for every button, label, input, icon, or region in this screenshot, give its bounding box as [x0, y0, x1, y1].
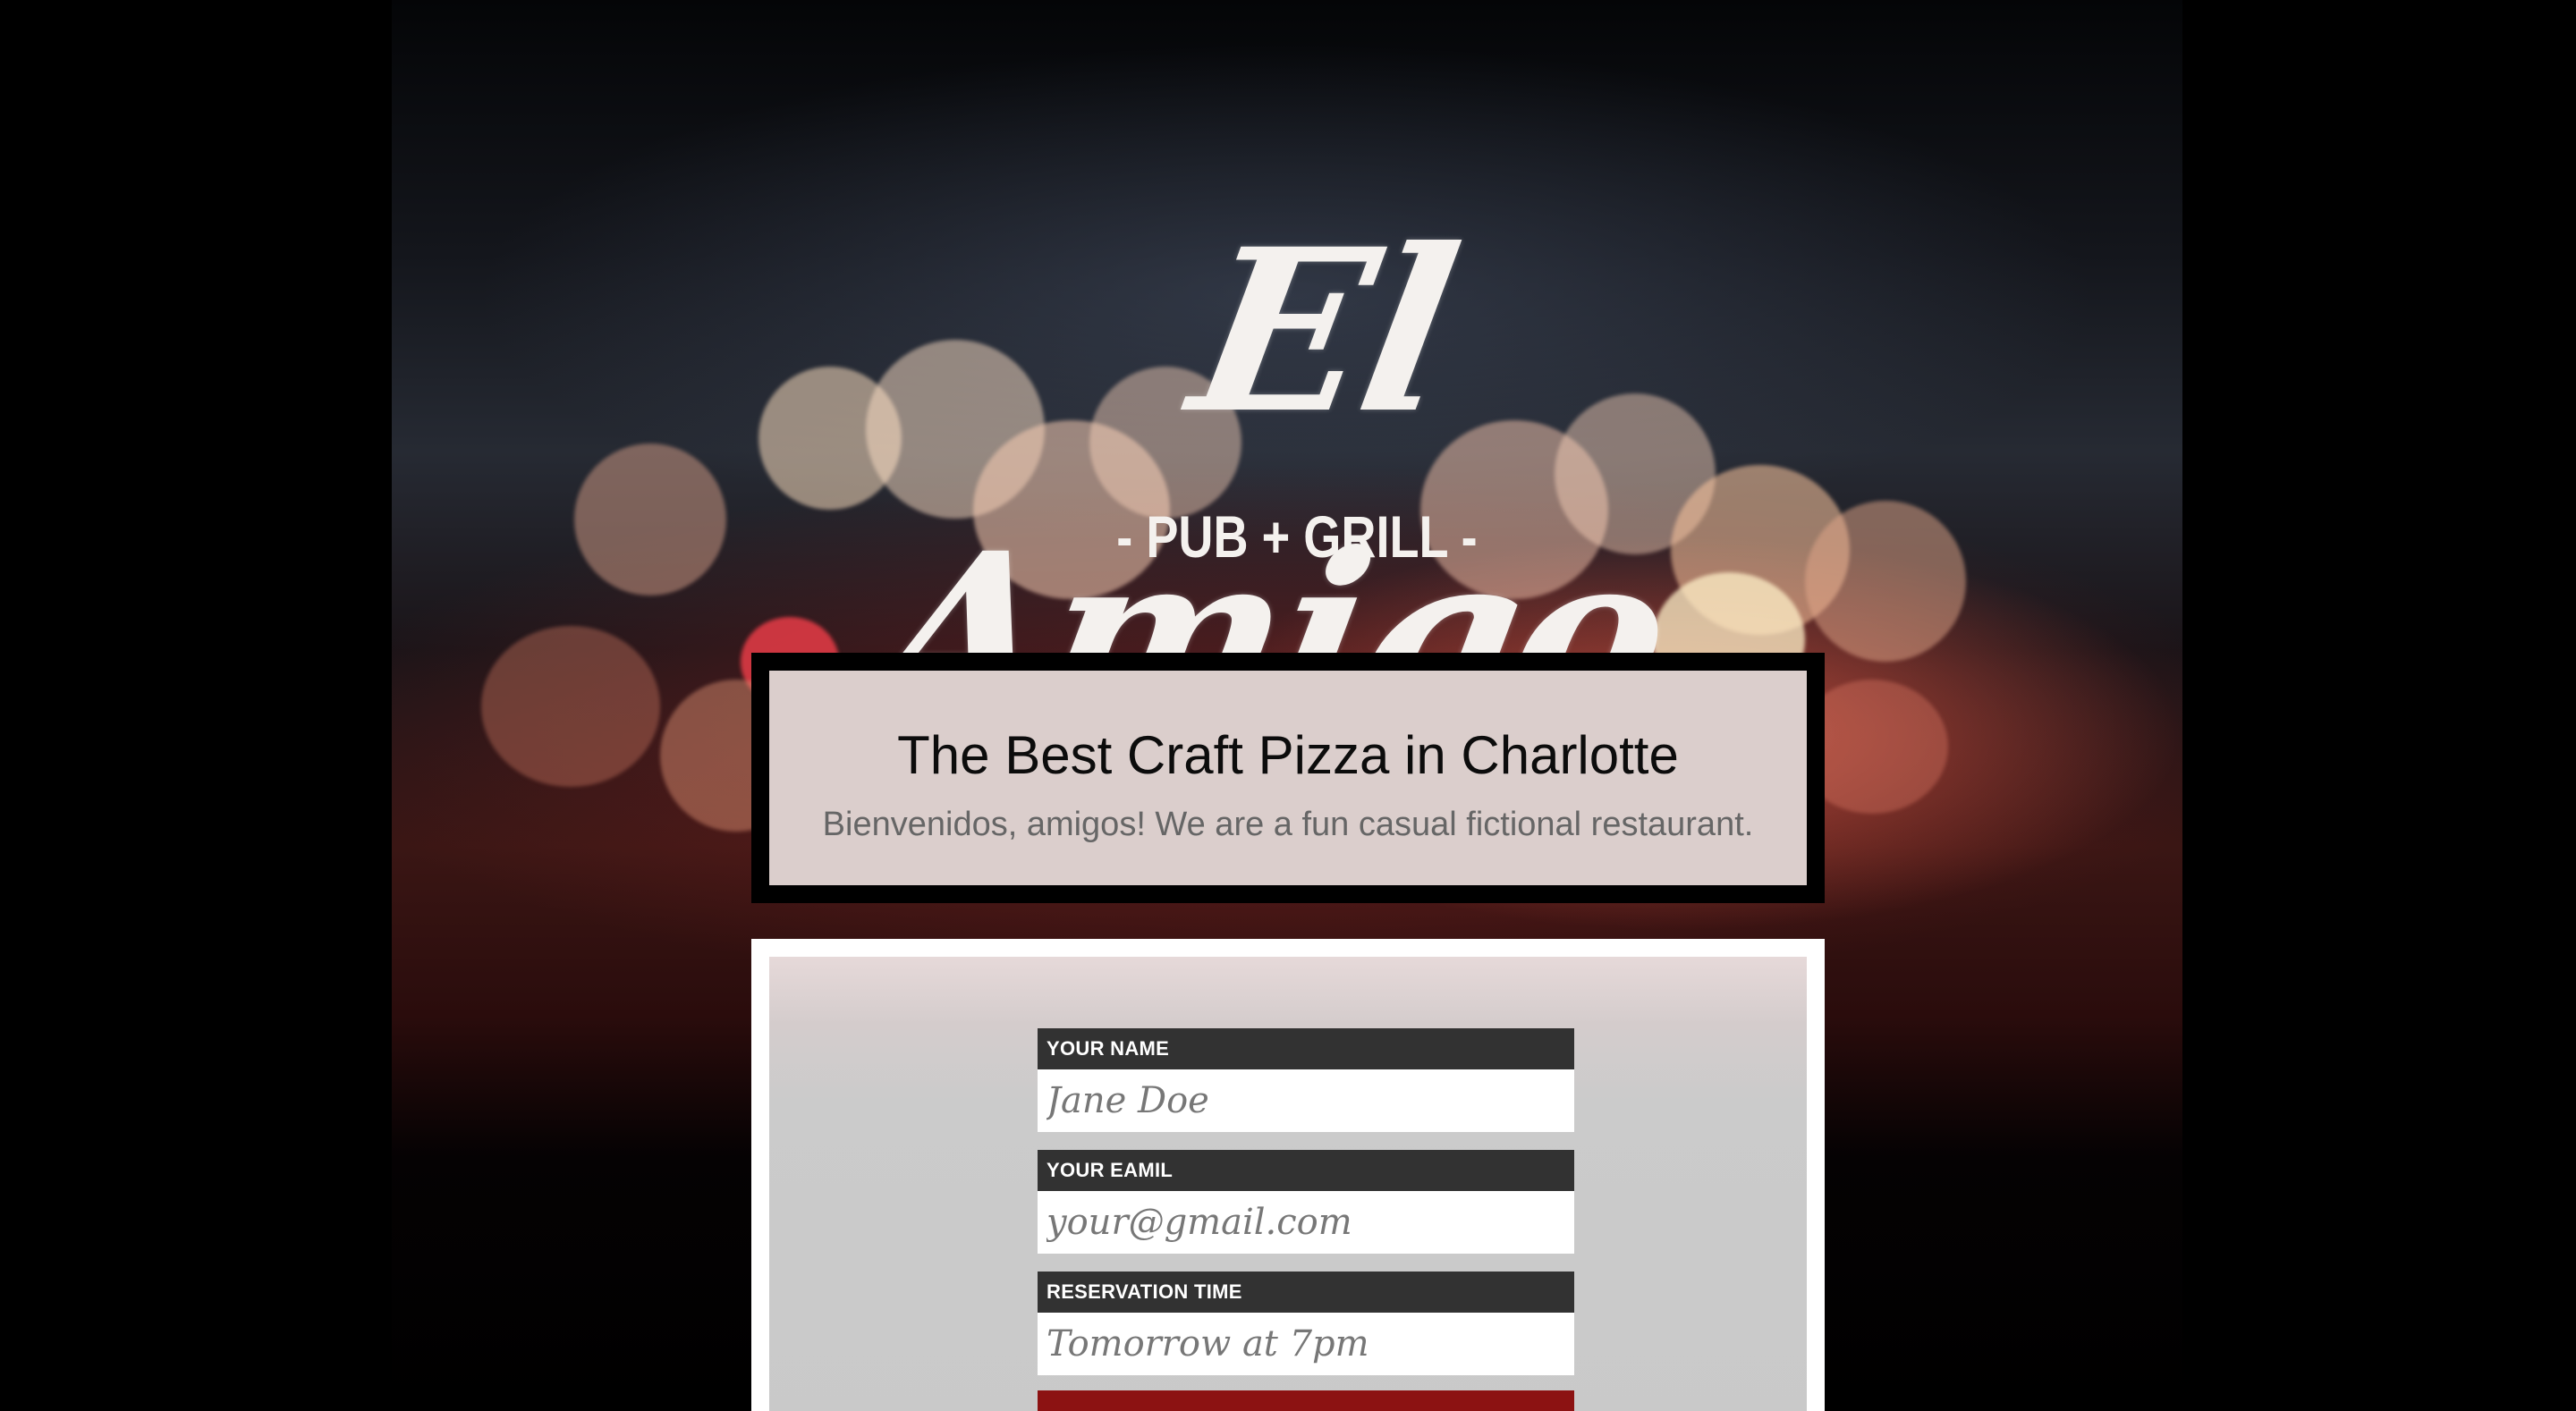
email-field: YOUR EAMIL	[1038, 1150, 1574, 1254]
bokeh-light	[481, 626, 660, 787]
logo: El Amigo - PUB + GRILL -	[787, 179, 1807, 766]
bokeh-light	[1805, 501, 1966, 662]
email-label: YOUR EAMIL	[1038, 1150, 1574, 1191]
reservation-form-panel: YOUR NAME YOUR EAMIL RESERVATION TIME	[769, 957, 1807, 1411]
name-field: YOUR NAME	[1038, 1028, 1574, 1132]
name-label: YOUR NAME	[1038, 1028, 1574, 1069]
email-input[interactable]	[1038, 1191, 1574, 1254]
logo-tagline: - PUB + GRILL -	[1116, 503, 1478, 570]
page-subtitle: Bienvenidos, amigos! We are a fun casual…	[822, 806, 1754, 843]
tagline-panel: The Best Craft Pizza in Charlotte Bienve…	[769, 671, 1807, 885]
reservation-time-input[interactable]	[1038, 1313, 1574, 1375]
page: El Amigo - PUB + GRILL - The Best Craft …	[0, 0, 2576, 1411]
name-input[interactable]	[1038, 1069, 1574, 1132]
reservation-time-label: RESERVATION TIME	[1038, 1272, 1574, 1313]
reservation-time-field: RESERVATION TIME	[1038, 1272, 1574, 1375]
reservation-form: YOUR NAME YOUR EAMIL RESERVATION TIME	[751, 939, 1825, 1411]
submit-button[interactable]	[1038, 1390, 1574, 1411]
tagline-box: The Best Craft Pizza in Charlotte Bienve…	[751, 653, 1825, 903]
bokeh-light	[574, 444, 726, 596]
page-title: The Best Craft Pizza in Charlotte	[897, 725, 1679, 785]
